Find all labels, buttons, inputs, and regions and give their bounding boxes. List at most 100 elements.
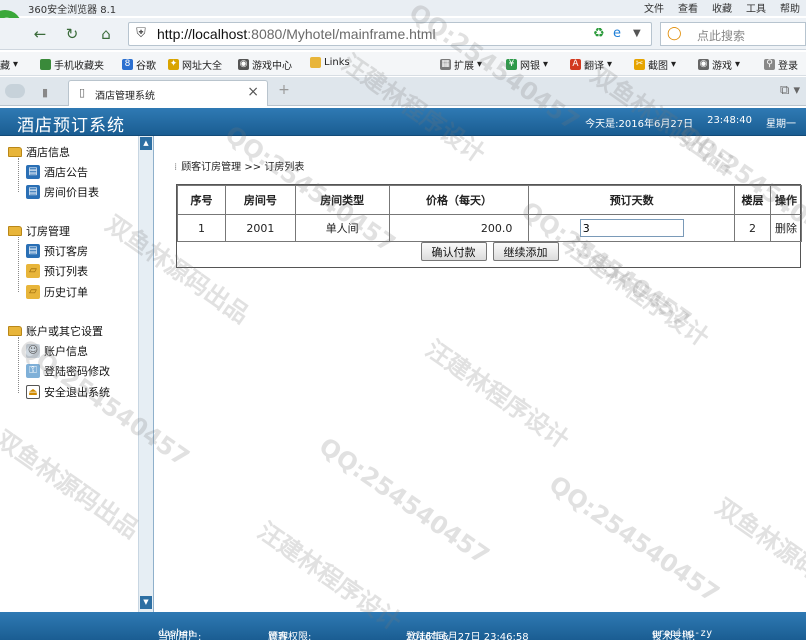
sidebar-item-hotel-notice[interactable]: ▤ 酒店公告 [26, 164, 88, 180]
search-box[interactable]: ◯ 点此搜索 [660, 22, 806, 46]
menu-file[interactable]: 文件 [644, 0, 664, 15]
toolbar-translate[interactable]: A 翻译 ▾ [570, 57, 612, 72]
toolbar-bank[interactable]: ¥ 网银 ▾ [506, 57, 548, 72]
sidebar-menu: 酒店信息 ▤ 酒店公告 ▤ 房间价目表 订房管理 ▤ 预订客房 ▱ 预订列表 ▱… [0, 136, 154, 612]
table-row: 1 2001 单人间 200.0 2 删除 [177, 214, 803, 242]
scissors-icon: ✂ [634, 59, 645, 70]
breadcrumb-section: 顾客订房管理 [181, 162, 242, 173]
search-input[interactable]: 点此搜索 [697, 27, 745, 44]
reload-green-icon[interactable]: ♻ [593, 26, 605, 41]
bookmark-mobile[interactable]: 手机收藏夹 [40, 57, 104, 72]
search-icon: ⚲ [764, 59, 775, 70]
sidebar-item-history-orders[interactable]: ▱ 历史订单 [26, 284, 88, 300]
new-tab-icon[interactable]: + [274, 82, 294, 100]
menu-tools[interactable]: 工具 [746, 0, 766, 15]
google-icon: 8 [122, 59, 133, 70]
sidebar-item-account-info[interactable]: ☺ 账户信息 [26, 343, 88, 359]
sidebar-scrollbar[interactable]: ▲ ▼ [138, 136, 153, 612]
continue-add-button[interactable]: 继续添加 [492, 242, 559, 261]
header-weekday: 星期一 [766, 119, 796, 130]
header-time: 23:48:40 [707, 115, 752, 126]
address-toolbar: ← ↻ ⌂ ⛨ http://localhost:8080/Myhotel/ma… [0, 18, 806, 50]
column-header: 操作 [769, 185, 803, 215]
chevron-down-icon: ▾ [477, 59, 483, 70]
folder-icon [310, 57, 321, 68]
bullet-icon: ⁞ [174, 162, 178, 173]
browser-titlebar: 360安全浏览器 8.1 文件 查看 收藏 工具 帮助 [0, 0, 806, 44]
gamepad-icon: ◉ [698, 59, 709, 70]
menu-help[interactable]: 帮助 [780, 0, 800, 15]
close-icon[interactable]: × [247, 84, 259, 100]
bookmark-favorites[interactable]: 藏 ▾ [0, 57, 18, 72]
status-bar: 当前用户: dashen 管理权限: 顾客 登陆时间: 2016年6月27日 23:4… [0, 612, 806, 640]
back-arrow-icon[interactable]: ← [28, 22, 52, 46]
chevron-down-icon: ▾ [13, 59, 19, 70]
refresh-icon[interactable]: ↻ [60, 22, 84, 46]
column-header: 预订天数 [528, 185, 736, 215]
phone-icon [40, 59, 51, 70]
document-icon: ▤ [26, 185, 40, 199]
cell-floor: 2 [734, 214, 771, 242]
bookmark-hao[interactable]: ✦ 网址大全 [168, 57, 222, 72]
toolbar-games[interactable]: ◉ 游戏 ▾ [698, 57, 740, 72]
page-icon: ▮ [42, 86, 49, 99]
days-input[interactable] [579, 219, 684, 237]
column-header: 房间类型 [294, 185, 390, 215]
tab-label: 酒店管理系统 [95, 91, 155, 102]
cell-price: 200.0 [388, 214, 530, 242]
folder-open-icon [8, 226, 22, 236]
key-icon: ⚿ [26, 364, 40, 378]
translate-icon: A [570, 59, 581, 70]
tab-hotel-system[interactable]: ▯ 酒店管理系统 × [68, 80, 268, 106]
browser-title: 360安全浏览器 8.1 [28, 5, 117, 16]
search-engine-icon[interactable]: ◯ [667, 26, 682, 41]
app-header: 酒店预订系统 今天是:2016年6月27日 23:48:40 星期一 [0, 108, 806, 136]
cell-index: 1 [177, 214, 226, 242]
chevron-down-icon[interactable]: ▼ [633, 28, 641, 39]
folder-open-icon [8, 326, 22, 336]
sidebar-group-account[interactable]: 账户或其它设置 [8, 323, 103, 339]
header-datetime: 今天是:2016年6月27日 23:48:40 星期一 [585, 115, 796, 130]
url-text[interactable]: http://localhost:8080/Myhotel/mainframe.… [157, 26, 436, 42]
scroll-down-icon[interactable]: ▼ [140, 596, 152, 609]
booking-table-panel: 序号 房间号 房间类型 价格（每天） 预订天数 楼层 操作 1 2001 单人间… [176, 184, 803, 268]
exit-icon: ⏏ [26, 385, 40, 399]
column-header: 楼层 [734, 185, 771, 215]
menu-favorites[interactable]: 收藏 [712, 0, 732, 15]
home-icon[interactable]: ⌂ [94, 22, 118, 46]
delete-link[interactable]: 删除 [769, 214, 803, 242]
confirm-payment-button[interactable]: 确认付款 [420, 242, 487, 261]
yen-icon: ¥ [506, 59, 517, 70]
column-header: 房间号 [224, 185, 296, 215]
compass-icon: ✦ [168, 59, 179, 70]
scroll-up-icon[interactable]: ▲ [140, 137, 152, 150]
cloud-icon[interactable] [5, 84, 25, 98]
sidebar-item-logout[interactable]: ⏏ 安全退出系统 [26, 384, 110, 400]
bookmark-google[interactable]: 8 谷歌 [122, 57, 156, 72]
column-header: 价格（每天） [388, 185, 530, 215]
sidebar-item-change-password[interactable]: ⚿ 登陆密码修改 [26, 363, 110, 379]
toolbar-screenshot[interactable]: ✂ 截图 ▾ [634, 57, 676, 72]
bookmark-links[interactable]: Links [310, 57, 350, 68]
toolbar-extensions[interactable]: ▦ 扩展 ▾ [440, 57, 482, 72]
restore-tab-icon[interactable]: ⧉ ▾ [780, 83, 800, 98]
bookmarks-bar: 藏 ▾ 手机收藏夹 8 谷歌 ✦ 网址大全 ◉ 游戏中心 Links ▦ 扩展 ▾ ¥ 网银 ▾… [0, 52, 806, 76]
url-bar[interactable]: ⛨ http://localhost:8080/Myhotel/mainfram… [128, 22, 652, 46]
folder-icon: ▱ [26, 285, 40, 299]
cell-room-type: 单人间 [294, 214, 390, 242]
sidebar-item-room-prices[interactable]: ▤ 房间价目表 [26, 184, 99, 200]
table-header-row: 序号 房间号 房间类型 价格（每天） 预订天数 楼层 操作 [177, 185, 803, 215]
folder-icon: ▱ [26, 264, 40, 278]
header-date: 今天是:2016年6月27日 [585, 119, 694, 130]
tree-line [18, 337, 19, 393]
bookmark-games[interactable]: ◉ 游戏中心 [238, 57, 292, 72]
cell-room-no: 2001 [224, 214, 296, 242]
tree-line [18, 237, 19, 292]
toolbar-login[interactable]: ⚲ 登录 [764, 57, 798, 72]
sidebar-item-book-room[interactable]: ▤ 预订客房 [26, 243, 88, 259]
menu-view[interactable]: 查看 [678, 0, 698, 15]
sidebar-item-booking-list[interactable]: ▱ 预订列表 [26, 263, 88, 279]
gamepad-icon: ◉ [238, 59, 249, 70]
main-panel: ⁞ 顾客订房管理 >> 订房列表 序号 房间号 房间类型 价格（每天） 预订天数 … [155, 136, 806, 612]
ie-mode-icon[interactable]: e [613, 26, 621, 41]
